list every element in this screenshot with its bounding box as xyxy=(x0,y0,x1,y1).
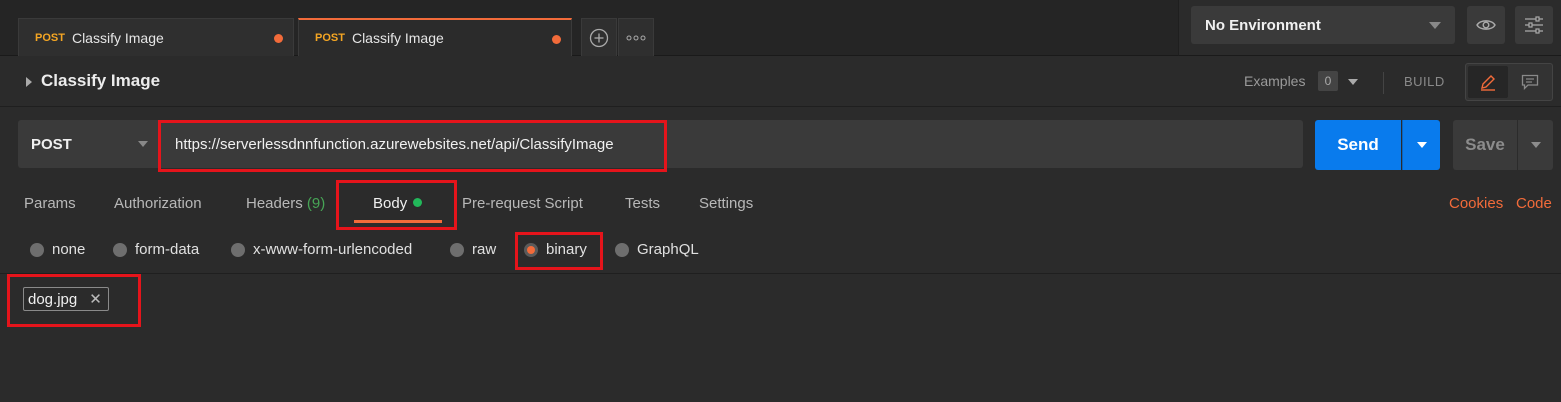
comments-button[interactable] xyxy=(1510,66,1550,98)
examples-count-badge: 0 xyxy=(1318,71,1338,91)
radio-label: binary xyxy=(546,241,587,258)
expand-triangle-icon[interactable] xyxy=(26,77,32,87)
tab-pre-request-script[interactable]: Pre-request Script xyxy=(462,195,583,212)
body-type-selector: none form-data x-www-form-urlencoded raw… xyxy=(0,232,1561,274)
radio-graphql[interactable]: GraphQL xyxy=(615,241,699,258)
more-dots-icon xyxy=(626,35,646,40)
plus-circle-icon xyxy=(589,28,609,47)
code-link[interactable]: Code xyxy=(1516,195,1552,212)
radio-button-selected[interactable] xyxy=(524,242,538,257)
new-tab-button[interactable] xyxy=(581,18,617,56)
unsaved-dot-icon xyxy=(552,35,561,44)
tab-authorization[interactable]: Authorization xyxy=(114,195,202,212)
unsaved-dot-icon xyxy=(274,34,283,43)
chevron-down-icon[interactable] xyxy=(1348,79,1358,85)
radio-label: none xyxy=(52,241,86,258)
manage-environments-button[interactable] xyxy=(1515,6,1553,44)
tab-method-badge: POST xyxy=(315,32,345,44)
chevron-down-icon xyxy=(1416,142,1427,148)
comment-icon xyxy=(1521,74,1539,90)
request-tab-active[interactable]: POST Classify Image xyxy=(298,18,572,56)
send-options-button[interactable] xyxy=(1402,120,1440,170)
http-method-select[interactable]: POST xyxy=(18,120,158,168)
tab-body[interactable]: Body xyxy=(373,195,423,212)
radio-button[interactable] xyxy=(450,242,464,257)
send-button[interactable]: Send xyxy=(1315,120,1401,170)
pencil-icon xyxy=(1481,75,1495,91)
selected-file-chip: dog.jpg ✕ xyxy=(23,287,109,311)
body-status-dot-icon xyxy=(413,198,423,207)
tab-body-label: Body xyxy=(373,195,408,212)
tab-title: Classify Image xyxy=(71,29,164,46)
divider xyxy=(1383,72,1384,94)
radio-label: x-www-form-urlencoded xyxy=(253,241,413,258)
active-tab-indicator xyxy=(354,220,442,223)
environment-select[interactable]: No Environment xyxy=(1191,6,1455,44)
radio-binary[interactable]: binary xyxy=(524,241,587,258)
radio-label: raw xyxy=(472,241,497,258)
tab-params[interactable]: Params xyxy=(24,195,76,212)
build-mode-label[interactable]: BUILD xyxy=(1404,74,1445,89)
radio-button[interactable] xyxy=(231,242,245,257)
cookies-link[interactable]: Cookies xyxy=(1449,195,1503,212)
tab-headers[interactable]: Headers (9) xyxy=(246,195,325,212)
request-tab[interactable]: POST Classify Image xyxy=(18,18,294,56)
chevron-down-icon xyxy=(138,141,148,147)
chevron-down-icon xyxy=(1530,142,1541,148)
sliders-icon xyxy=(1525,16,1543,34)
radio-urlencoded[interactable]: x-www-form-urlencoded xyxy=(231,241,412,258)
examples-label[interactable]: Examples xyxy=(1244,73,1305,89)
environment-label: No Environment xyxy=(1205,16,1321,34)
request-config-tabs: Params Authorization Headers (9) Body Pr… xyxy=(0,180,1561,230)
edit-mode-button[interactable] xyxy=(1468,66,1508,98)
radio-form-data[interactable]: form-data xyxy=(113,241,199,258)
radio-label: form-data xyxy=(135,241,200,258)
url-bar: POST Send Save xyxy=(0,108,1561,178)
tab-method-badge: POST xyxy=(35,31,65,44)
tab-settings[interactable]: Settings xyxy=(699,195,753,212)
radio-button[interactable] xyxy=(615,242,629,257)
environment-bar: No Environment xyxy=(1178,0,1561,56)
save-button[interactable]: Save xyxy=(1453,120,1517,170)
radio-none[interactable]: none xyxy=(30,241,85,258)
headers-count: (9) xyxy=(306,195,326,212)
request-title[interactable]: Classify Image xyxy=(41,71,160,91)
environment-quick-look-button[interactable] xyxy=(1467,6,1505,44)
close-icon[interactable]: ✕ xyxy=(89,292,102,307)
tab-tests[interactable]: Tests xyxy=(625,195,660,212)
file-name: dog.jpg xyxy=(28,290,78,308)
tab-headers-label: Headers xyxy=(246,195,303,212)
eye-icon xyxy=(1476,20,1496,30)
http-method-label: POST xyxy=(31,135,72,153)
mode-toggle-group xyxy=(1465,63,1553,101)
radio-button[interactable] xyxy=(30,242,44,257)
request-title-bar: Classify Image Examples 0 BUILD xyxy=(0,57,1561,107)
radio-raw[interactable]: raw xyxy=(450,241,496,258)
chevron-down-icon xyxy=(1429,22,1441,29)
tab-title: Classify Image xyxy=(351,30,444,46)
request-url-input[interactable] xyxy=(160,120,1303,168)
save-options-button[interactable] xyxy=(1518,120,1553,170)
radio-label: GraphQL xyxy=(637,241,699,258)
tab-more-button[interactable] xyxy=(618,18,654,56)
radio-button[interactable] xyxy=(113,242,127,257)
request-tab-strip: POST Classify Image POST Classify Image xyxy=(0,0,1178,56)
